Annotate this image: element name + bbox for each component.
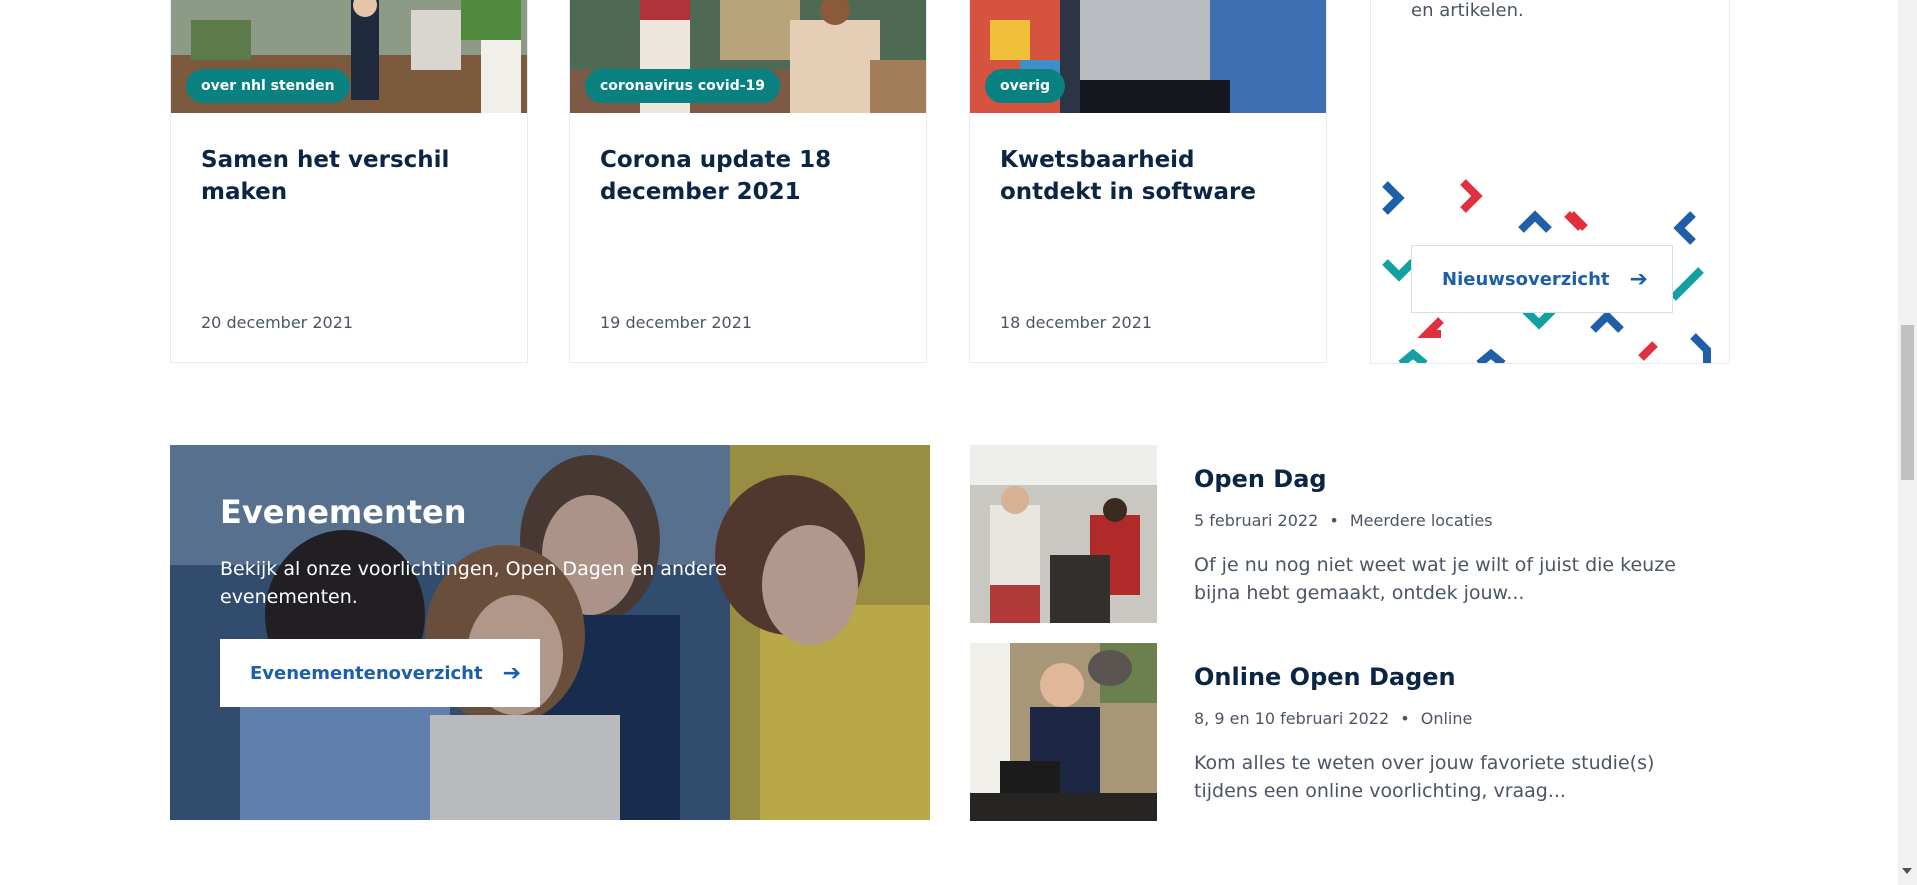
events-description: Bekijk al onze voorlichtingen, Open Dage… <box>220 558 727 608</box>
news-overview-button[interactable]: Nieuwsoverzicht ➔ <box>1411 245 1673 313</box>
event-item[interactable]: Open Dag 5 februari 2022 • Meerdere loca… <box>970 445 1730 623</box>
vertical-scrollbar[interactable] <box>1898 0 1917 885</box>
arrow-right-icon: ➔ <box>1629 266 1648 292</box>
events-banner: Evenementen Bekijk al onze voorlichtinge… <box>170 445 930 820</box>
category-tag[interactable]: coronavirus covid-19 <box>585 69 781 103</box>
event-location: Meerdere locaties <box>1349 511 1493 530</box>
scrollbar-thumb[interactable] <box>1901 325 1914 480</box>
events-overview-label: Evenementenoverzicht <box>250 662 483 684</box>
news-date: 20 december 2021 <box>201 313 354 332</box>
news-card[interactable]: over nhl stenden Samen het verschil make… <box>170 0 528 363</box>
news-card[interactable]: overig Kwetsbaarheid ontdekt in software… <box>969 0 1327 363</box>
bullet-separator: • <box>1400 709 1410 728</box>
category-tag[interactable]: over nhl stenden <box>186 69 350 103</box>
event-description: Kom alles te weten over jouw favoriete s… <box>1194 752 1655 802</box>
event-date: 5 februari 2022 <box>1194 511 1319 530</box>
news-title[interactable]: Samen het verschil maken <box>201 144 501 208</box>
news-title[interactable]: Kwetsbaarheid ontdekt in software <box>1000 144 1300 208</box>
scroll-down-arrow-icon[interactable] <box>1902 868 1912 874</box>
news-date: 19 december 2021 <box>600 313 753 332</box>
news-overview-card: en artikelen. Nieuwsoverzicht ➔ <box>1370 0 1730 364</box>
events-title: Evenementen <box>220 493 467 531</box>
events-overview-button[interactable]: Evenementenoverzicht ➔ <box>220 639 540 707</box>
event-location: Online <box>1420 709 1473 728</box>
event-thumbnail <box>970 643 1157 821</box>
news-card[interactable]: coronavirus covid-19 Corona update 18 de… <box>569 0 927 363</box>
event-meta: 8, 9 en 10 februari 2022 • Online <box>1194 709 1472 728</box>
bullet-separator: • <box>1329 511 1339 530</box>
event-thumbnail <box>970 445 1157 623</box>
event-description: Of je nu nog niet weet wat je wilt of ju… <box>1194 554 1676 604</box>
news-overview-label: Nieuwsoverzicht <box>1442 268 1610 290</box>
news-title[interactable]: Corona update 18 december 2021 <box>600 144 900 208</box>
page: over nhl stenden Samen het verschil make… <box>0 0 1898 885</box>
event-date: 8, 9 en 10 februari 2022 <box>1194 709 1390 728</box>
arrow-right-icon: ➔ <box>502 660 522 686</box>
category-tag[interactable]: overig <box>985 69 1065 103</box>
event-item[interactable]: Online Open Dagen 8, 9 en 10 februari 20… <box>970 643 1730 821</box>
news-date: 18 december 2021 <box>1000 313 1153 332</box>
event-meta: 5 februari 2022 • Meerdere locaties <box>1194 511 1493 530</box>
event-title[interactable]: Online Open Dagen <box>1194 663 1456 691</box>
promo-text: en artikelen. <box>1411 0 1524 21</box>
event-title[interactable]: Open Dag <box>1194 465 1327 493</box>
